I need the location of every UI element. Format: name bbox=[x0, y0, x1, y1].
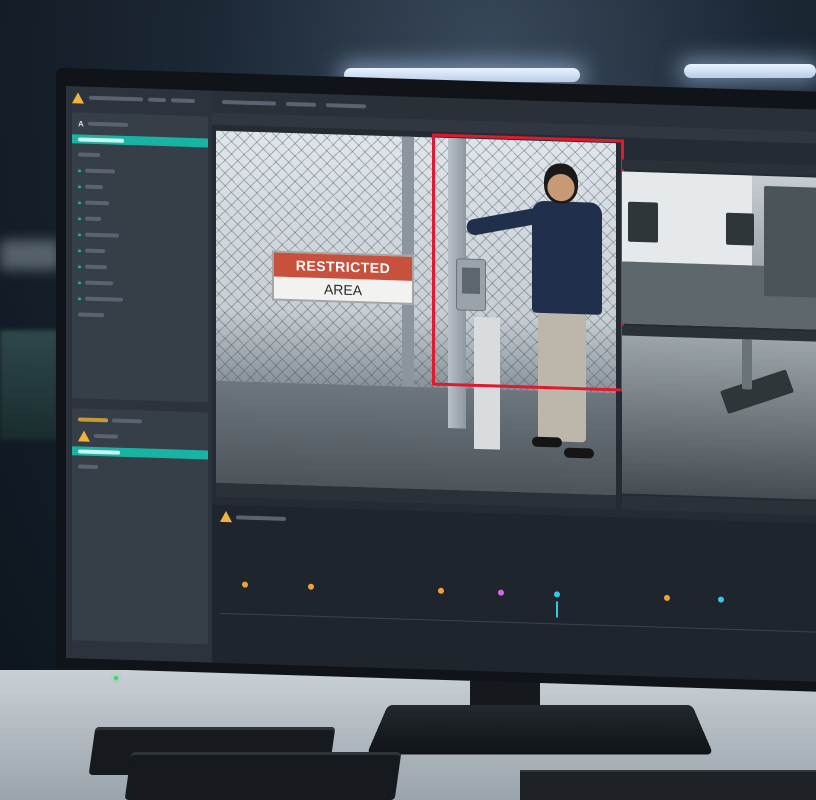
alert-item[interactable] bbox=[78, 461, 202, 475]
sidebar-item[interactable] bbox=[78, 245, 202, 259]
warning-icon bbox=[78, 429, 90, 442]
sidebar-item[interactable] bbox=[78, 165, 202, 179]
background-monitor bbox=[0, 330, 58, 440]
sidebar-item[interactable] bbox=[78, 261, 202, 275]
timeline-event-marker[interactable] bbox=[308, 583, 314, 590]
sidebar-item[interactable] bbox=[78, 229, 202, 243]
warning-icon bbox=[220, 510, 232, 523]
sidebar-item[interactable] bbox=[78, 293, 202, 307]
timeline-event-marker[interactable] bbox=[242, 581, 248, 588]
timeline-event-marker[interactable] bbox=[438, 587, 444, 594]
sidebar-item[interactable] bbox=[78, 181, 202, 195]
camera-feed-secondary[interactable] bbox=[622, 171, 816, 330]
device-list-panel: A bbox=[72, 112, 208, 403]
sidebar-header bbox=[66, 86, 212, 113]
power-led-icon bbox=[114, 676, 118, 680]
detection-box[interactable] bbox=[432, 133, 624, 392]
sidebar-item[interactable] bbox=[78, 213, 202, 227]
sign-line-2: AREA bbox=[323, 281, 363, 299]
timeline-event-marker[interactable] bbox=[554, 591, 560, 598]
keyboard bbox=[520, 770, 816, 800]
sidebar-item[interactable] bbox=[78, 149, 202, 163]
monitor-stand-base bbox=[366, 704, 714, 755]
timeline-alert bbox=[220, 510, 286, 524]
camera-feed-tertiary[interactable] bbox=[622, 335, 816, 500]
sidebar-item-active[interactable] bbox=[72, 134, 208, 148]
timeline-event-marker[interactable] bbox=[718, 596, 724, 603]
ceiling-light bbox=[684, 64, 816, 78]
desk-tray bbox=[124, 752, 402, 800]
sidebar-item[interactable] bbox=[78, 197, 202, 211]
background-glow bbox=[0, 240, 60, 270]
timeline-track bbox=[220, 612, 816, 633]
restricted-area-sign: RESTRICTED AREA bbox=[272, 250, 414, 305]
timeline-event-marker[interactable] bbox=[498, 589, 504, 596]
timeline-playhead[interactable] bbox=[556, 601, 558, 618]
timeline-event-marker[interactable] bbox=[664, 594, 670, 601]
alert-item-active[interactable] bbox=[72, 446, 208, 460]
app-logo-icon: A bbox=[78, 118, 84, 129]
warning-icon bbox=[72, 91, 84, 104]
sidebar-item[interactable] bbox=[78, 277, 202, 291]
alerts-panel bbox=[72, 408, 208, 645]
sidebar-item[interactable] bbox=[78, 309, 202, 323]
monitor-screen: A RESTRICTED AREA bbox=[66, 86, 816, 682]
sidebar: A bbox=[66, 86, 212, 663]
event-timeline[interactable] bbox=[212, 504, 816, 682]
